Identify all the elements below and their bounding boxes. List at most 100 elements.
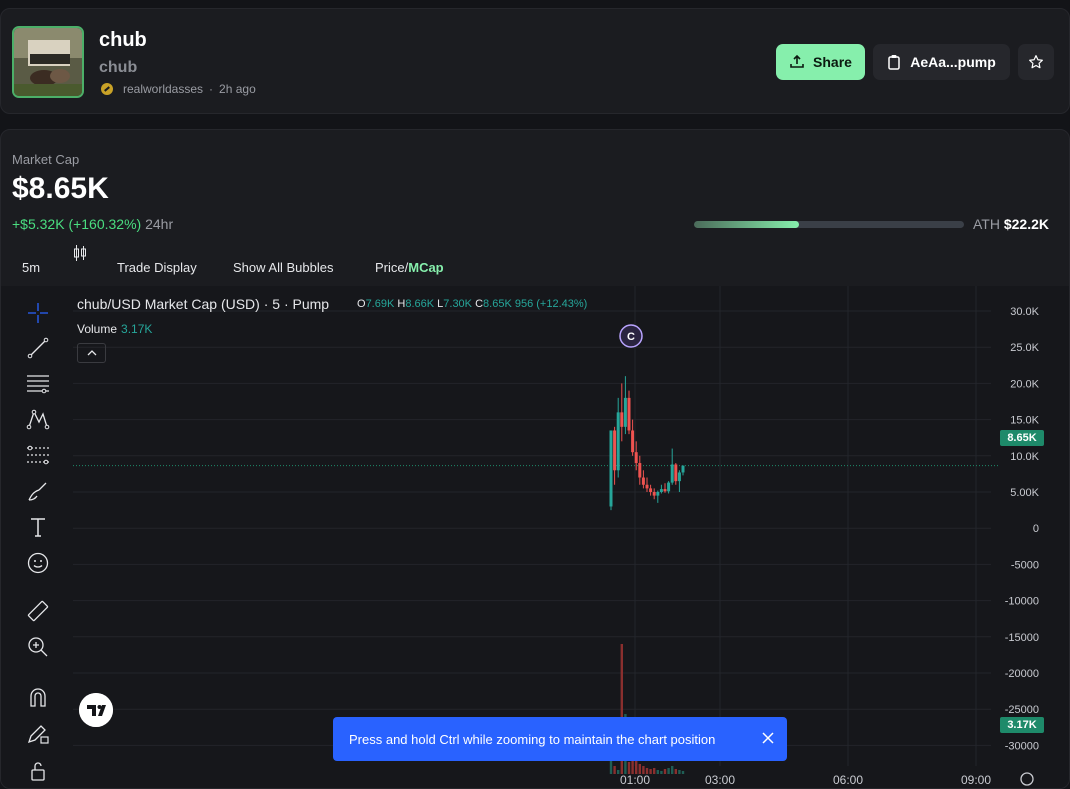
- clipboard-icon: [888, 55, 900, 70]
- y-tick-label: 20.0K: [1010, 378, 1039, 390]
- fibonacci-icon: [27, 445, 49, 465]
- toast-message: Press and hold Ctrl while zooming to mai…: [349, 731, 716, 747]
- chart-grid: [73, 286, 999, 766]
- volume-legend: Volume 3.17K: [77, 322, 152, 336]
- candle-body: [674, 464, 678, 482]
- y-tick-label: -20000: [1005, 668, 1039, 680]
- marker-label: C: [627, 331, 635, 343]
- creator-name[interactable]: realworldasses: [123, 82, 203, 96]
- open-key: O: [357, 298, 366, 310]
- ohlc-values: O7.69K H8.66K L7.30K C8.65K 956 (+12.43%…: [357, 298, 587, 310]
- zoom-tool[interactable]: [23, 632, 53, 662]
- chart-panel: Market Cap $8.65K +$5.32K (+160.32%) 24h…: [0, 129, 1070, 789]
- close-icon[interactable]: [759, 729, 777, 747]
- change-period: 24hr: [145, 216, 174, 232]
- pencil-lock-icon: [27, 725, 49, 744]
- x-tick-label: 09:00: [961, 773, 991, 787]
- close-value: 8.65K 956 (+12.43%): [483, 298, 588, 310]
- settings-gear-icon: [1020, 772, 1034, 786]
- y-tick-label: 15.0K: [1010, 415, 1039, 427]
- volume-bar: [653, 768, 656, 774]
- candle-body: [681, 465, 685, 473]
- market-cap-change: +$5.32K (+160.32%) 24hr: [12, 216, 173, 232]
- token-image[interactable]: [12, 26, 84, 98]
- horizontal-lines-tool[interactable]: [23, 368, 53, 398]
- trend-line-tool[interactable]: [23, 333, 53, 363]
- x-tick-label: 01:00: [620, 773, 650, 787]
- magnet-tool[interactable]: [23, 682, 53, 712]
- candle-type-button[interactable]: [73, 244, 87, 265]
- brush-tool[interactable]: [23, 476, 53, 506]
- separator-dot: ·: [209, 82, 214, 96]
- volume-bar: [667, 768, 670, 774]
- show-all-bubbles-button[interactable]: Show All Bubbles: [233, 260, 333, 275]
- candle-body: [667, 482, 671, 492]
- ruler-tool[interactable]: [23, 596, 53, 626]
- fib-tool[interactable]: [23, 440, 53, 470]
- volume-bar: [678, 770, 681, 774]
- zoom-in-icon: [28, 637, 48, 657]
- candle-body: [631, 430, 635, 453]
- x-tick-label: 03:00: [705, 773, 735, 787]
- pattern-tool[interactable]: [23, 404, 53, 434]
- tradingview-chart[interactable]: C 30.0K 25.0K 20.0K 15.0K 10.0K 5.00K 0 -5000 -1…: [1, 286, 1070, 789]
- high-value: 8.66K: [405, 298, 435, 310]
- trend-line-icon: [27, 337, 49, 359]
- candle-body: [652, 492, 656, 496]
- y-tick-label: -25000: [1005, 704, 1039, 716]
- collapse-legend-button[interactable]: [77, 343, 106, 363]
- candle-body: [620, 412, 624, 427]
- candle-body: [638, 463, 642, 478]
- copy-address-button[interactable]: AeAa...pump: [873, 44, 1010, 80]
- candle-body: [613, 430, 617, 471]
- token-name: chub: [99, 29, 147, 51]
- ath-label: ATH: [973, 216, 1000, 232]
- volume-bar: [656, 770, 659, 774]
- y-tick-label: -10000: [1005, 596, 1039, 608]
- volume-label: Volume: [77, 322, 118, 336]
- y-tick-label: 5.00K: [1010, 487, 1039, 499]
- ath-progress-bar: [694, 221, 964, 228]
- price-mcap-toggle[interactable]: Price/MCap: [375, 260, 444, 275]
- zoom-hint-toast: Press and hold Ctrl while zooming to mai…: [333, 717, 787, 761]
- mcap-toggle-label: MCap: [408, 259, 444, 275]
- volume-tag: 3.17K: [1000, 717, 1044, 733]
- y-tick-label: 0: [1033, 523, 1039, 535]
- crosshair-icon: [28, 303, 48, 323]
- volume-bar: [663, 769, 667, 774]
- interval-selector[interactable]: 5m: [22, 260, 40, 275]
- volume-bar: [613, 766, 616, 774]
- text-tool[interactable]: [23, 512, 53, 542]
- chart-canvas[interactable]: C 30.0K 25.0K 20.0K 15.0K 10.0K 5.00K 0 -5000 -1…: [1, 286, 1070, 789]
- address-label: AeAa...pump: [910, 54, 996, 70]
- candle-body: [659, 489, 663, 492]
- share-button[interactable]: Share: [776, 44, 865, 80]
- tradingview-logo-icon: [79, 693, 113, 727]
- crosshair-tool[interactable]: [23, 298, 53, 328]
- magnet-icon: [30, 688, 46, 707]
- favorite-button[interactable]: [1018, 44, 1054, 80]
- x-tick-label: 06:00: [833, 773, 863, 787]
- candlestick-icon: [74, 245, 86, 261]
- lock-drawing-tool[interactable]: [23, 718, 53, 748]
- trade-display-button[interactable]: Trade Display: [117, 260, 197, 275]
- lock-tool[interactable]: [23, 756, 53, 786]
- chart-symbol-title[interactable]: chub/USD Market Cap (USD) · 5 · Pump: [77, 296, 329, 312]
- y-tick-label: 30.0K: [1010, 306, 1039, 318]
- token-ticker: chub: [99, 59, 138, 76]
- y-tick-label: 25.0K: [1010, 342, 1039, 354]
- market-cap-label: Market Cap: [12, 152, 80, 167]
- volume-bar: [674, 769, 677, 774]
- pattern-icon: [26, 409, 50, 430]
- upload-icon: [790, 54, 804, 68]
- creator-marker: C: [619, 324, 643, 348]
- candle-body: [609, 430, 613, 507]
- tradingview-logo[interactable]: [79, 693, 113, 727]
- emoji-tool[interactable]: [23, 548, 53, 578]
- open-value: 7.69K: [365, 298, 395, 310]
- candles: C: [609, 324, 685, 511]
- candle-body: [677, 472, 681, 482]
- brush-icon: [28, 482, 47, 501]
- volume-bar: [660, 771, 663, 774]
- candle-body: [616, 412, 620, 471]
